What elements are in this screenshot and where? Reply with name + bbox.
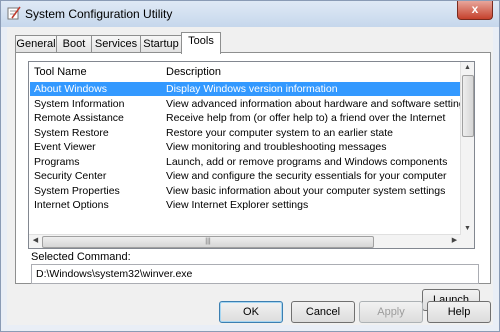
tab-services[interactable]: Services [91, 35, 141, 53]
tool-description: View monitoring and troubleshooting mess… [166, 141, 387, 153]
tool-description: Restore your computer system to an earli… [166, 126, 394, 139]
tool-name: System Properties [34, 184, 120, 197]
dialog-body: General Boot Services Startup Tools Tool… [7, 27, 493, 325]
ok-button[interactable]: OK [219, 301, 283, 323]
tool-name: Programs [34, 155, 80, 168]
vertical-scrollbar[interactable]: ▲ ▼ [460, 62, 474, 248]
tool-description: View basic information about your comput… [166, 184, 446, 197]
tool-description: Launch, add or remove programs and Windo… [166, 155, 448, 168]
cancel-button[interactable]: Cancel [291, 301, 355, 323]
column-header-description[interactable]: Description [166, 66, 221, 78]
list-item[interactable]: System Information View advanced informat… [30, 97, 470, 111]
list-item[interactable]: Remote Assistance Receive help from (or o… [30, 111, 460, 125]
tools-list[interactable]: Tool Name Description About Windows Displ… [28, 61, 475, 249]
tab-boot[interactable]: Boot [56, 35, 92, 53]
tool-description: Receive help from (or offer help to) a f… [166, 112, 446, 124]
tool-name: System Information [34, 97, 125, 110]
close-button[interactable]: x [457, 1, 493, 20]
msconfig-app-icon [7, 6, 21, 20]
window-title: System Configuration Utility [25, 7, 173, 21]
tool-name: Remote Assistance [34, 112, 124, 124]
tool-name: Event Viewer [34, 141, 96, 153]
scroll-down-arrow-icon[interactable]: ▼ [461, 223, 474, 235]
tools-tab-panel: Tool Name Description About Windows Displ… [15, 52, 491, 311]
title-bar[interactable]: System Configuration Utility x [1, 1, 499, 27]
tab-tools[interactable]: Tools [181, 32, 221, 54]
grip-icon: ||| [205, 238, 211, 245]
list-item[interactable]: Security Center View and configure the se… [30, 169, 460, 183]
help-button[interactable]: Help [427, 301, 491, 323]
list-item[interactable]: Internet Options View Internet Explorer s… [30, 198, 460, 212]
scroll-up-arrow-icon[interactable]: ▲ [461, 62, 474, 74]
list-header: Tool Name Description [29, 62, 461, 82]
selected-command-field[interactable]: D:\Windows\system32\winver.exe [31, 264, 479, 284]
tab-startup[interactable]: Startup [140, 35, 182, 53]
tool-name: Security Center [34, 170, 107, 182]
tool-name: System Restore [34, 126, 109, 139]
system-configuration-window: System Configuration Utility x General B… [0, 0, 500, 332]
tool-description: View Internet Explorer settings [166, 199, 309, 211]
list-item[interactable]: System Restore Restore your computer syst… [30, 126, 460, 140]
tool-description: Display Windows version information [166, 83, 338, 95]
vertical-scroll-thumb[interactable] [462, 75, 474, 137]
tool-name: Internet Options [34, 199, 109, 211]
close-icon: x [471, 2, 479, 16]
list-item[interactable]: System Properties View basic information … [30, 184, 460, 198]
tool-description: View advanced information about hardware… [166, 97, 470, 110]
tool-description: View and configure the security essentia… [166, 170, 447, 182]
scroll-right-arrow-icon[interactable]: ▶ [448, 235, 461, 247]
selected-command-label: Selected Command: [31, 251, 131, 263]
tab-general[interactable]: General [15, 35, 57, 53]
tool-name: About Windows [34, 83, 107, 95]
column-header-tool-name[interactable]: Tool Name [34, 66, 87, 78]
apply-button[interactable]: Apply [359, 301, 423, 323]
horizontal-scrollbar[interactable]: ◀ ||| ▶ [29, 234, 461, 248]
list-item[interactable]: About Windows Display Windows version inf… [30, 82, 460, 96]
list-item[interactable]: Event Viewer View monitoring and troubles… [30, 140, 460, 154]
scroll-left-arrow-icon[interactable]: ◀ [29, 235, 42, 247]
horizontal-scroll-thumb[interactable]: ||| [42, 236, 374, 248]
list-item[interactable]: Programs Launch, add or remove programs a… [30, 155, 460, 169]
